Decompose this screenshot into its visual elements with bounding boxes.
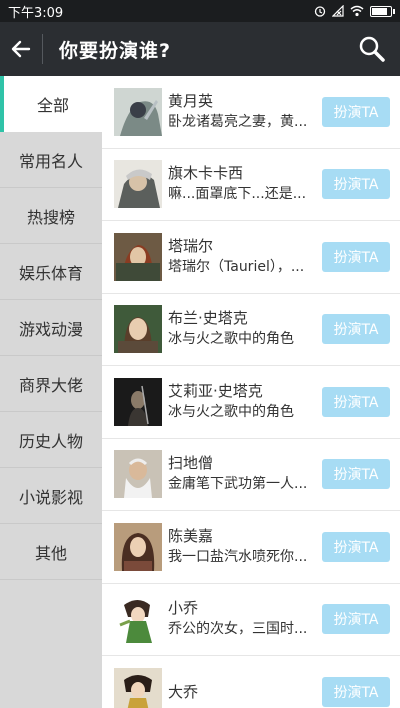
category-business[interactable]: 商界大佬 [0,356,102,412]
play-as-button[interactable]: 扮演TA [322,386,390,417]
character-desc: 冰与火之歌中的角色 [168,403,294,420]
avatar [114,87,162,136]
alarm-icon [314,6,326,17]
category-trending[interactable]: 热搜榜 [0,188,102,244]
play-as-button[interactable]: 扮演TA [322,96,390,127]
category-entertainment-sports[interactable]: 娱乐体育 [0,244,102,300]
app-header: 你要扮演谁? [0,22,400,76]
list-item[interactable]: 布兰·史塔克 冰与火之歌中的角色 扮演TA [102,294,400,366]
category-label: 商界大佬 [18,375,83,395]
list-item[interactable]: 陈美嘉 我一口盐汽水喷死你... 扮演TA [102,511,400,584]
category-games-anime[interactable]: 游戏动漫 [0,300,102,356]
character-name: 塔瑞尔 [168,236,214,255]
page-title: 你要扮演谁? [59,39,172,62]
play-as-button[interactable]: 扮演TA [322,604,390,635]
avatar [114,595,162,644]
play-as-button[interactable]: 扮演TA [322,241,390,272]
wifi-icon [350,5,364,17]
character-name: 布兰·史塔克 [168,309,248,328]
avatar [114,522,162,571]
character-name: 陈美嘉 [168,526,214,545]
category-sidebar: 全部 常用名人 热搜榜 娱乐体育 游戏动漫 商界大佬 历史人物 小说影视 其他 [0,76,102,708]
category-celebrities[interactable]: 常用名人 [0,132,102,188]
play-as-button[interactable]: 扮演TA [322,169,390,200]
category-label: 小说影视 [18,487,83,507]
category-history[interactable]: 历史人物 [0,412,102,468]
avatar [114,667,162,708]
category-novels-films[interactable]: 小说影视 [0,468,102,524]
character-name: 扫地僧 [168,454,214,473]
avatar [114,377,162,426]
no-signal-icon [332,5,344,17]
character-desc: 卧龙诸葛亮之妻，黄... [168,113,308,130]
character-list: 黄月英 卧龙诸葛亮之妻，黄... 扮演TA 旗木卡卡西 嘛...面罩底下...还… [102,76,400,708]
header-divider [42,34,43,64]
character-name: 旗木卡卡西 [168,164,244,183]
search-button[interactable] [344,22,400,76]
play-as-button[interactable]: 扮演TA [322,459,390,490]
character-desc: 冰与火之歌中的角色 [168,331,294,348]
character-desc: 塔瑞尔（Tauriel），... [168,258,305,275]
character-name: 小乔 [168,599,199,618]
category-label: 娱乐体育 [18,263,83,283]
character-name: 艾莉亚·史塔克 [168,381,263,400]
category-label: 热搜榜 [26,207,75,227]
category-label: 全部 [36,96,69,115]
play-as-button[interactable]: 扮演TA [322,314,390,345]
character-name: 大乔 [168,682,199,701]
character-desc: 乔公的次女，三国时... [168,621,308,638]
list-item[interactable]: 艾莉亚·史塔克 冰与火之歌中的角色 扮演TA [102,366,400,439]
category-other[interactable]: 其他 [0,524,102,580]
play-as-button[interactable]: 扮演TA [322,676,390,707]
category-label: 常用名人 [18,151,83,171]
category-label: 其他 [34,543,67,563]
avatar [114,160,162,209]
search-icon [359,36,385,62]
list-item[interactable]: 黄月英 卧龙诸葛亮之妻，黄... 扮演TA [102,76,400,149]
battery-icon [370,5,395,17]
status-bar: 下午3:09 [0,0,400,22]
avatar [114,232,162,281]
list-item[interactable]: 扫地僧 金庸笔下武功第一人... 扮演TA [102,439,400,511]
character-desc: 我一口盐汽水喷死你... [168,548,308,565]
list-item[interactable]: 大乔 扮演TA [102,656,400,708]
list-item[interactable]: 塔瑞尔 塔瑞尔（Tauriel），... 扮演TA [102,221,400,294]
character-desc: 嘛...面罩底下...还是... [168,186,307,203]
avatar [114,305,162,354]
list-item[interactable]: 旗木卡卡西 嘛...面罩底下...还是... 扮演TA [102,149,400,221]
play-as-button[interactable]: 扮演TA [322,531,390,562]
category-label: 游戏动漫 [18,319,83,339]
arrow-left-icon [11,40,31,58]
back-button[interactable] [0,22,42,76]
category-label: 历史人物 [18,431,83,451]
avatar [114,450,162,499]
status-icons [314,5,395,17]
list-item[interactable]: 小乔 乔公的次女，三国时... 扮演TA [102,584,400,656]
category-all[interactable]: 全部 [0,76,102,132]
status-time: 下午3:09 [8,5,64,21]
character-desc: 金庸笔下武功第一人... [168,476,308,493]
character-name: 黄月英 [168,91,214,110]
